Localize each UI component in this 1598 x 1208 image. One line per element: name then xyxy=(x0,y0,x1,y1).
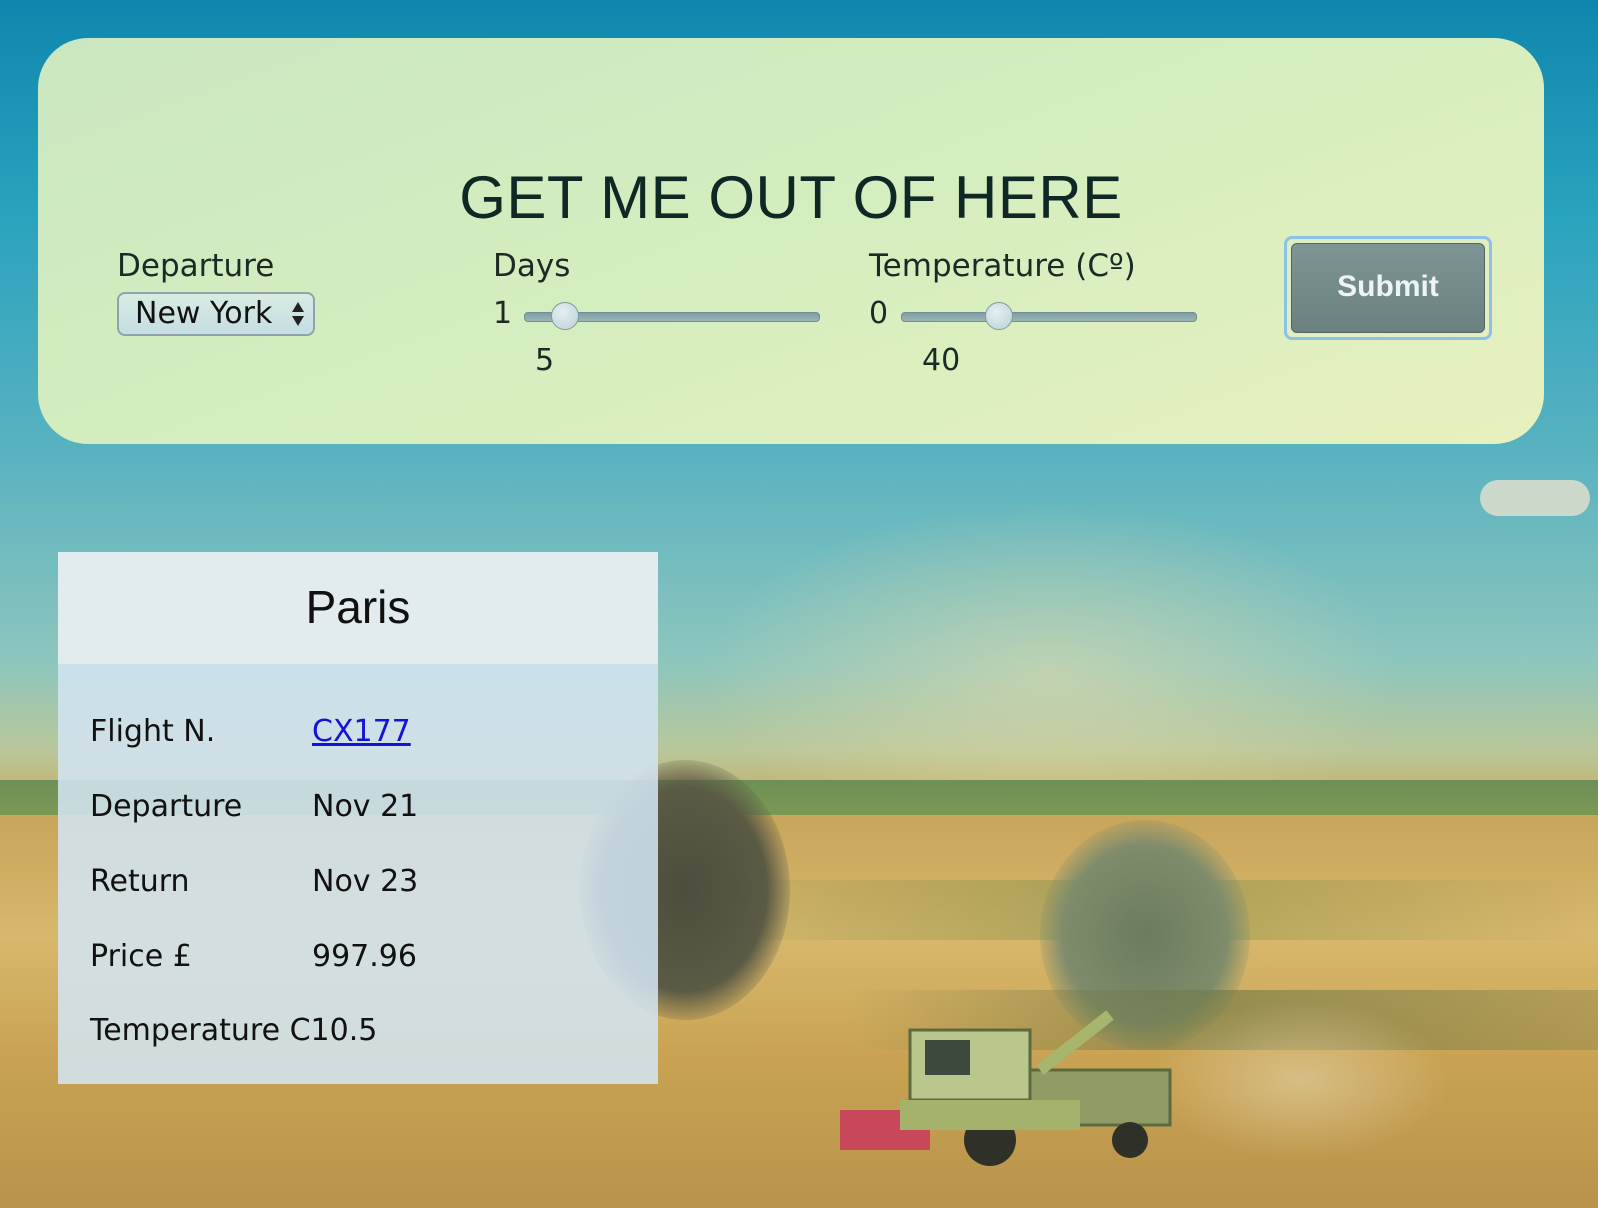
result-card: Paris Flight N. CX177 Departure Nov 21 R… xyxy=(58,552,658,1084)
temperature-min-label: 0 xyxy=(869,296,889,331)
departure-select-value: New York xyxy=(135,296,273,331)
page-title: GET ME OUT OF HERE xyxy=(459,164,1123,231)
return-date-value: Nov 23 xyxy=(312,864,419,899)
temperature-slider-thumb[interactable] xyxy=(985,302,1013,330)
departure-date-label: Departure xyxy=(90,789,243,824)
result-card-header: Paris xyxy=(58,552,658,664)
departure-select[interactable]: New York xyxy=(117,292,315,336)
page: GET ME OUT OF HERE Departure New York Da… xyxy=(0,0,1598,1208)
days-label: Days xyxy=(493,248,571,284)
result-city: Paris xyxy=(305,581,411,633)
updown-arrows-icon xyxy=(292,302,304,326)
submit-button[interactable]: Submit xyxy=(1291,243,1485,333)
temperature-label: Temperature (Cº) xyxy=(869,248,1136,284)
price-value: 997.96 xyxy=(312,939,417,974)
price-label: Price £ xyxy=(90,939,192,974)
search-panel: GET ME OUT OF HERE Departure New York Da… xyxy=(38,38,1544,444)
departure-label: Departure xyxy=(117,248,275,284)
days-value: 5 xyxy=(535,343,555,378)
flight-number-link[interactable]: CX177 xyxy=(312,714,411,749)
background-dust xyxy=(1150,1000,1450,1160)
days-slider-thumb[interactable] xyxy=(550,302,579,330)
flight-number-label: Flight N. xyxy=(90,714,216,749)
return-date-label: Return xyxy=(90,864,190,899)
temperature-value: 40 xyxy=(922,343,961,378)
harvester-image xyxy=(840,1010,1172,1166)
departure-date-value: Nov 21 xyxy=(312,789,419,824)
background-cloud xyxy=(1480,480,1590,516)
temperature-slider-track[interactable] xyxy=(901,312,1197,322)
days-min-label: 1 xyxy=(493,296,513,331)
submit-focus-ring: Submit xyxy=(1284,236,1492,340)
temperature-result: Temperature C10.5 xyxy=(90,1013,378,1048)
